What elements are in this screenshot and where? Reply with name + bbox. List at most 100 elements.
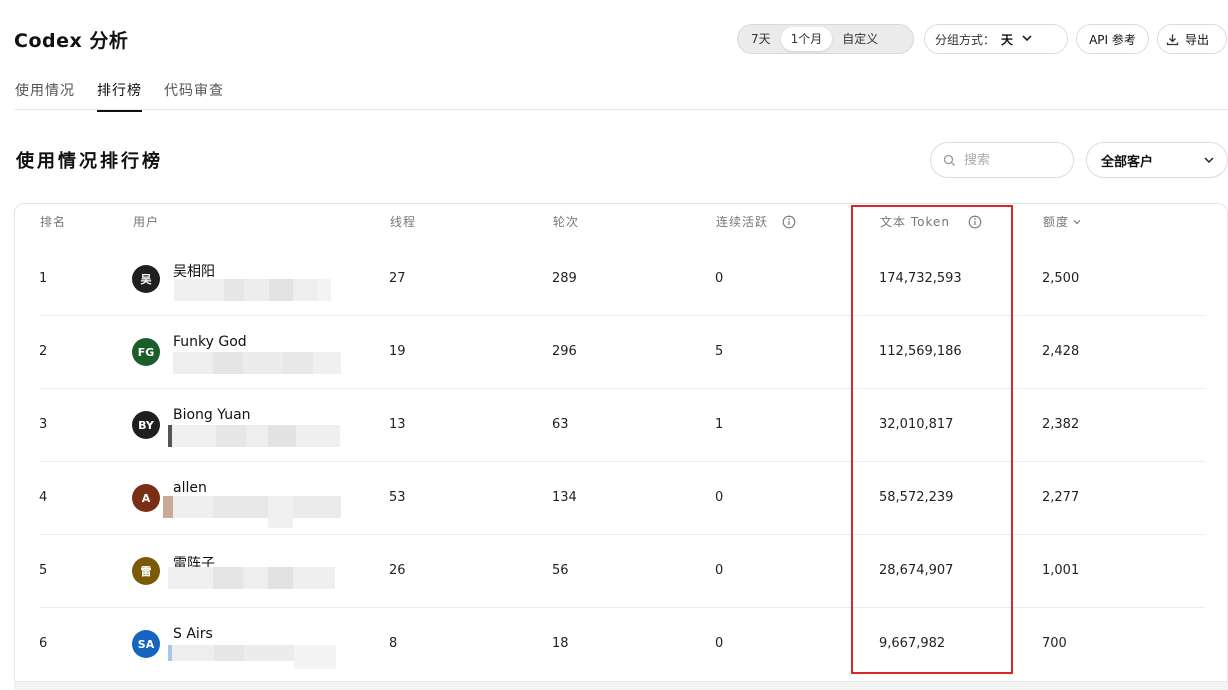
range-option-custom[interactable]: 自定义	[832, 27, 888, 51]
app-title: Codex 分析	[14, 30, 129, 52]
column-header-rank-label: 排名	[40, 215, 67, 229]
row-divider	[40, 388, 1205, 389]
search-box[interactable]	[930, 142, 1074, 178]
streak-cell: 0	[715, 271, 724, 286]
avatar-initials: SA	[137, 637, 155, 651]
tokens-cell: 28,674,907	[879, 563, 954, 578]
avatar: SA	[132, 630, 160, 658]
chevron-down-icon	[1203, 154, 1215, 166]
quota-cell: 1,001	[1042, 563, 1080, 578]
section-title: 使用情况排行榜	[16, 151, 163, 172]
search-icon	[943, 154, 956, 167]
turns-cell: 63	[552, 417, 569, 432]
column-header-turns[interactable]: 轮次	[553, 213, 579, 230]
redacted-email	[168, 279, 340, 301]
turns-cell: 134	[552, 490, 577, 505]
avatar: 吴	[132, 265, 160, 293]
streak-cell: 0	[715, 636, 724, 651]
group-by-dropdown[interactable]: 分组方式： 天	[924, 24, 1068, 54]
quota-cell: 2,428	[1042, 344, 1080, 359]
user-name: 吴相阳	[173, 264, 215, 280]
avatar-initials: 雷	[140, 565, 152, 578]
quota-cell: 2,277	[1042, 490, 1080, 505]
search-input[interactable]	[964, 152, 1064, 168]
rank-cell: 2	[39, 344, 48, 359]
group-by-label: 分组方式：	[935, 32, 996, 47]
quota-cell: 2,382	[1042, 417, 1080, 432]
row-divider	[40, 607, 1205, 608]
redacted-email	[168, 352, 341, 374]
tab-leaderboard[interactable]: 排行榜	[97, 80, 142, 112]
info-icon[interactable]	[968, 215, 982, 229]
avatar-initials: A	[141, 491, 151, 505]
user-name: Biong Yuan	[173, 407, 251, 423]
column-header-threads[interactable]: 线程	[390, 213, 416, 230]
tokens-cell: 58,572,239	[879, 490, 954, 505]
row-divider	[40, 461, 1205, 462]
column-header-text-tokens-label: 文本 Token	[880, 215, 950, 229]
avatar: A	[132, 484, 160, 512]
rank-cell: 3	[39, 417, 48, 432]
streak-cell: 0	[715, 490, 724, 505]
turns-cell: 56	[552, 563, 569, 578]
threads-cell: 27	[389, 271, 406, 286]
column-header-user[interactable]: 用户	[133, 213, 159, 230]
threads-cell: 13	[389, 417, 406, 432]
date-range-toggle[interactable]: 7天 1个月 自定义	[737, 24, 914, 54]
redacted-email	[168, 645, 340, 669]
user-name: S Airs	[173, 626, 213, 642]
column-header-user-label: 用户	[133, 215, 160, 229]
streak-cell: 5	[715, 344, 724, 359]
column-header-rank[interactable]: 排名	[40, 213, 66, 230]
rank-cell: 4	[39, 490, 48, 505]
turns-cell: 289	[552, 271, 577, 286]
download-icon	[1166, 33, 1179, 46]
export-button[interactable]: 导出	[1157, 24, 1227, 54]
column-header-quota-label: 额度	[1043, 215, 1070, 229]
threads-cell: 26	[389, 563, 406, 578]
column-header-streak-label: 连续活跃	[716, 215, 769, 229]
client-filter-dropdown[interactable]: 全部客户	[1086, 142, 1228, 178]
range-option-1m[interactable]: 1个月	[780, 27, 833, 51]
streak-cell: 1	[715, 417, 724, 432]
rank-cell: 1	[39, 271, 48, 286]
avatar-initials: FG	[137, 345, 155, 359]
quota-cell: 700	[1042, 636, 1067, 651]
column-header-quota[interactable]: 额度	[1043, 213, 1082, 230]
column-header-turns-label: 轮次	[553, 215, 580, 229]
avatar-initials: BY	[138, 418, 154, 432]
api-reference-button[interactable]: API 参考	[1076, 24, 1149, 54]
sort-chevron-icon[interactable]	[1072, 217, 1082, 227]
user-name: allen	[173, 480, 207, 496]
tab-bar: 使用情况 排行榜 代码审查	[15, 80, 246, 112]
chevron-down-icon	[1021, 32, 1033, 47]
avatar-initials: 吴	[140, 273, 152, 286]
turns-cell: 296	[552, 344, 577, 359]
redacted-email	[168, 567, 340, 589]
tabs-divider	[14, 109, 1228, 110]
column-header-text-tokens[interactable]: 文本 Token	[880, 213, 982, 230]
row-divider	[40, 534, 1205, 535]
tokens-cell: 32,010,817	[879, 417, 954, 432]
threads-cell: 8	[389, 636, 398, 651]
info-icon[interactable]	[782, 215, 796, 229]
export-label: 导出	[1185, 32, 1210, 47]
column-header-threads-label: 线程	[390, 215, 417, 229]
tab-usage[interactable]: 使用情况	[15, 80, 75, 112]
quota-cell: 2,500	[1042, 271, 1080, 286]
column-header-streak[interactable]: 连续活跃	[716, 213, 796, 230]
range-option-7d[interactable]: 7天	[741, 27, 781, 51]
avatar: FG	[132, 338, 160, 366]
row-divider	[40, 315, 1205, 316]
redacted-email	[163, 496, 341, 528]
threads-cell: 19	[389, 344, 406, 359]
avatar: BY	[132, 411, 160, 439]
tab-code-review[interactable]: 代码审查	[164, 80, 224, 112]
table-footer	[14, 681, 1228, 690]
group-by-value: 天	[1001, 32, 1014, 47]
rank-cell: 5	[39, 563, 48, 578]
streak-cell: 0	[715, 563, 724, 578]
tokens-cell: 112,569,186	[879, 344, 962, 359]
api-reference-label: API 参考	[1089, 32, 1136, 47]
client-filter-label: 全部客户	[1101, 154, 1154, 170]
